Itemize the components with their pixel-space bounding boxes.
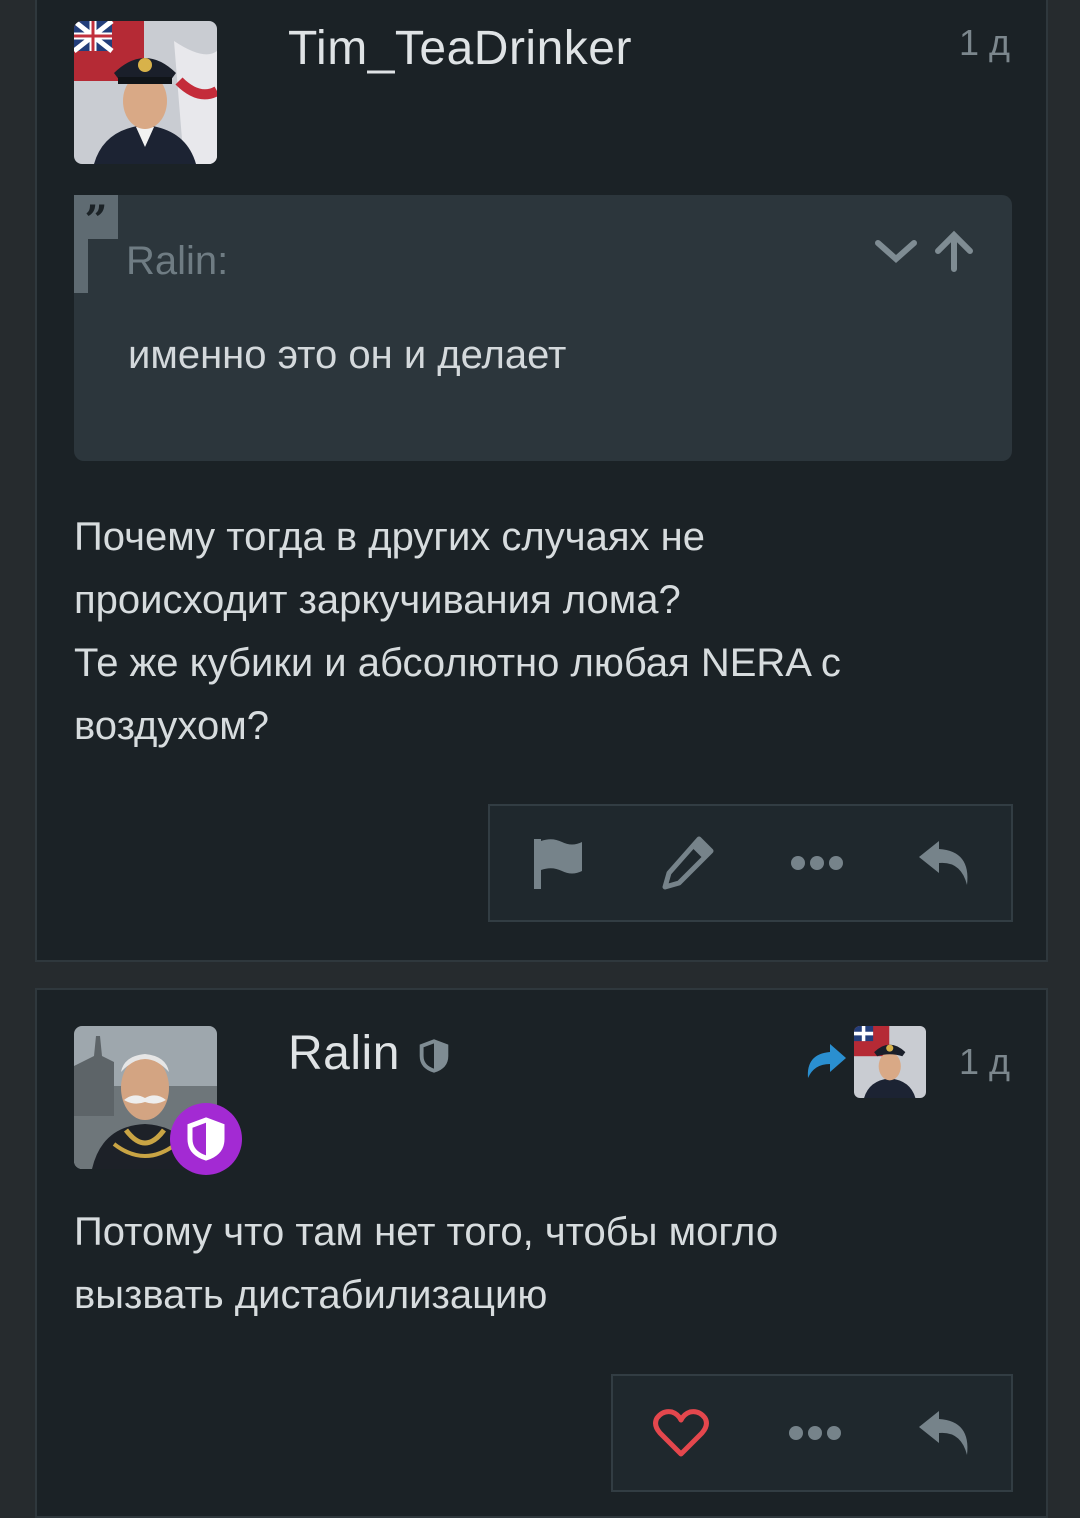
avatar-tim-teadrinker[interactable] — [74, 21, 217, 164]
reply-to-avatar[interactable] — [854, 1026, 926, 1098]
post-body-line: происходит заркучивания лома? — [74, 578, 681, 622]
flag-button[interactable] — [518, 806, 598, 920]
post-actions — [611, 1374, 1013, 1492]
admin-badge — [170, 1103, 242, 1175]
post-body-line: Потому что там нет того, чтобы могло — [74, 1210, 779, 1254]
more-icon — [789, 1426, 841, 1440]
reply-icon — [919, 841, 968, 885]
edit-icon — [662, 836, 714, 890]
go-to-quote-icon[interactable] — [932, 229, 976, 278]
post-body: Почему тогда в других случаях не происхо… — [74, 506, 974, 758]
reply-button[interactable] — [905, 806, 985, 920]
more-button[interactable] — [775, 1376, 855, 1490]
quote-block: ” Ralin: именно это он и делает — [74, 195, 1012, 461]
moderator-shield-icon — [419, 1039, 449, 1074]
post-time[interactable]: 1 д — [959, 22, 1010, 64]
reply-icon — [919, 1411, 968, 1455]
flag-icon — [534, 839, 582, 889]
expand-quote-icon[interactable] — [874, 229, 918, 278]
more-icon — [791, 856, 843, 870]
post-actions — [488, 804, 1013, 922]
post-ralin: Ralin 1 д Потому что там нет того, чтобы… — [35, 988, 1048, 1518]
post-username[interactable]: Tim_TeaDrinker — [288, 21, 632, 76]
post-body-line: воздухом? — [74, 704, 269, 748]
edit-button[interactable] — [647, 806, 727, 920]
post-body: Потому что там нет того, чтобы могло выз… — [74, 1201, 974, 1327]
quote-icon: ” — [74, 195, 118, 244]
more-button[interactable] — [777, 806, 857, 920]
post-username-text: Ralin — [288, 1027, 400, 1080]
post-body-line: Почему тогда в других случаях не — [74, 515, 705, 559]
post-time[interactable]: 1 д — [959, 1041, 1010, 1083]
shield-icon — [187, 1117, 225, 1161]
reply-button[interactable] — [905, 1376, 985, 1490]
reply-to-arrow-icon — [804, 1042, 848, 1087]
quote-text: именно это он и делает — [128, 333, 567, 377]
post-body-line: Те же кубики и абсолютно любая NERA с — [74, 641, 841, 685]
like-button[interactable] — [641, 1376, 721, 1490]
post-username[interactable]: Ralin — [288, 1026, 450, 1081]
post-body-line: вызвать дистабилизацию — [74, 1273, 548, 1317]
post-tim-teadrinker: Tim_TeaDrinker 1 д ” Ralin: именно это о… — [35, 0, 1048, 962]
quote-author[interactable]: Ralin: — [126, 239, 228, 284]
heart-icon — [653, 1409, 709, 1457]
